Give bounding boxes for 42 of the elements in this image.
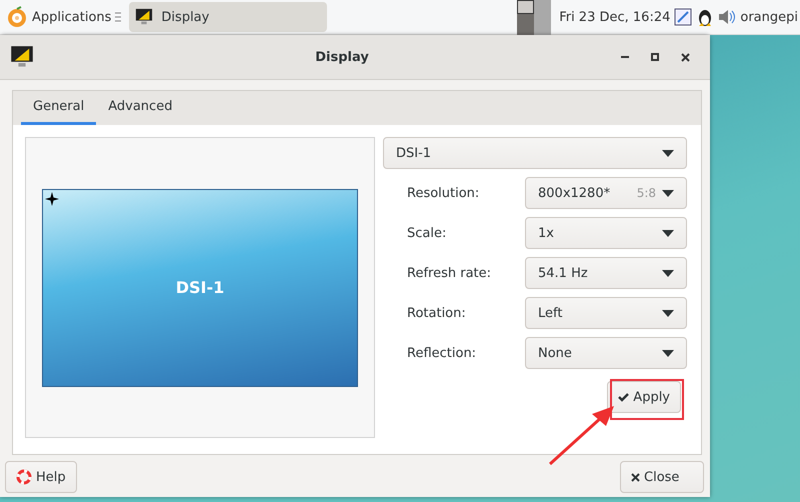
- clock[interactable]: Fri 23 Dec, 16:24: [559, 10, 670, 24]
- window-title: Display: [314, 50, 370, 64]
- help-button[interactable]: Help: [5, 461, 77, 493]
- setting-dropdown[interactable]: 54.1 Hz: [525, 257, 687, 289]
- caret-icon: [662, 150, 674, 156]
- maximize-icon: [651, 53, 659, 61]
- setting-dropdown[interactable]: None: [525, 337, 687, 369]
- annotation-arrow: [548, 404, 616, 466]
- tab[interactable]: Advanced: [96, 91, 184, 125]
- applications-menu[interactable]: Applications: [32, 10, 112, 24]
- caret-icon: [662, 270, 674, 276]
- workspace-switcher[interactable]: [534, 0, 552, 34]
- user-name[interactable]: orangepi: [740, 10, 800, 24]
- close-icon: [631, 472, 640, 482]
- star-icon: [45, 192, 59, 206]
- taskbar-button[interactable]: Display: [129, 2, 328, 32]
- caret-icon: [662, 350, 674, 356]
- close-dialog-button[interactable]: Close: [620, 461, 704, 493]
- caret-icon: [662, 310, 674, 316]
- setting-label: Refresh rate:: [407, 266, 492, 280]
- monitor-icon: [10, 45, 34, 69]
- setting-label: Reflection:: [407, 346, 478, 360]
- menu-icon[interactable]: [115, 12, 122, 22]
- caret-icon: [662, 190, 674, 196]
- setting-label: Rotation:: [407, 306, 467, 320]
- setting-dropdown[interactable]: 800x1280* 5:8: [525, 177, 687, 209]
- monitor-icon: [135, 8, 154, 26]
- setting-label: Resolution:: [407, 186, 480, 200]
- lifebuoy-icon: [16, 469, 32, 485]
- pen-icon[interactable]: [674, 8, 692, 26]
- output-dropdown[interactable]: DSI-1: [383, 137, 687, 169]
- monitor-label: DSI-1: [176, 278, 224, 297]
- setting-dropdown[interactable]: Left: [525, 297, 687, 329]
- setting-dropdown[interactable]: 1x: [525, 217, 687, 249]
- minimize-icon: [621, 56, 629, 58]
- setting-label: Scale:: [407, 226, 448, 240]
- speaker-icon[interactable]: [718, 8, 736, 26]
- caret-icon: [662, 230, 674, 236]
- apply-button[interactable]: Apply: [607, 381, 681, 413]
- close-icon: [680, 52, 690, 62]
- workspace-switcher[interactable]: [517, 0, 534, 34]
- check-icon: [618, 392, 630, 402]
